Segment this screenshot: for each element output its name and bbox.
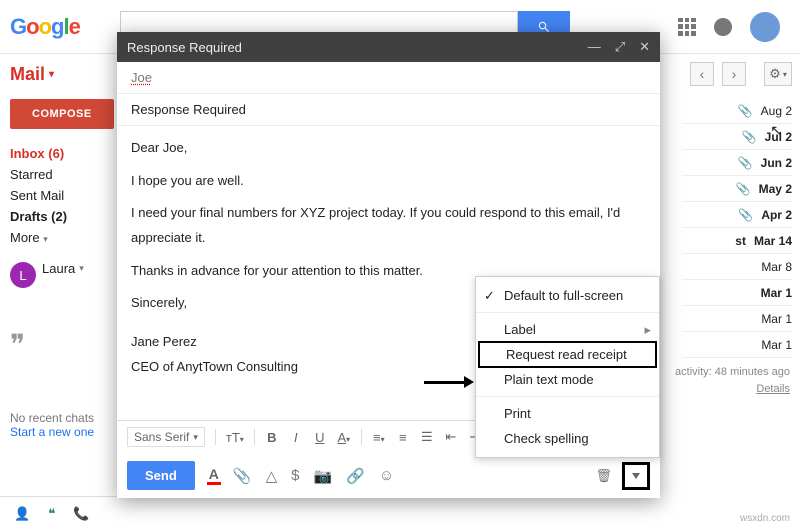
mail-row[interactable]: 📎Jun 2: [682, 150, 792, 176]
attachment-icon: 📎: [738, 104, 753, 118]
chevron-down-icon: [632, 473, 640, 479]
account-avatar[interactable]: [750, 12, 780, 42]
underline-button[interactable]: U: [313, 430, 327, 445]
bullet-list-button[interactable]: ☰: [420, 429, 434, 445]
notifications-icon[interactable]: [714, 18, 732, 36]
details-link[interactable]: Details: [756, 383, 790, 395]
font-select[interactable]: Sans Serif▾: [127, 427, 205, 447]
text-color-button[interactable]: A▾: [337, 430, 351, 445]
activity-info: activity: 48 minutes ago Details: [675, 364, 790, 397]
money-icon[interactable]: $: [291, 467, 299, 484]
user-avatar[interactable]: L: [10, 262, 36, 288]
google-logo[interactable]: Google: [10, 14, 80, 40]
mail-row[interactable]: stMar 14: [682, 228, 792, 254]
attach-icon[interactable]: 📎: [233, 467, 252, 485]
expand-icon[interactable]: ⤢: [615, 39, 625, 55]
bold-button[interactable]: B: [265, 430, 279, 445]
attachment-icon: 📎: [736, 182, 751, 196]
header-right: [678, 12, 790, 42]
compose-title: Response Required: [127, 40, 242, 55]
send-button[interactable]: Send: [127, 461, 195, 490]
watermark: wsxdn.com: [740, 513, 790, 524]
mail-row[interactable]: Mar 8: [682, 254, 792, 280]
discard-icon[interactable]: 🗑: [595, 468, 612, 484]
mail-row[interactable]: 📎May 2: [682, 176, 792, 202]
menu-request-read-receipt[interactable]: Request read receipt: [478, 341, 657, 368]
font-size-button[interactable]: тT▾: [226, 430, 244, 445]
to-field[interactable]: Joe: [117, 62, 660, 94]
attachment-icon: 📎: [738, 208, 753, 222]
body-line: I need your final numbers for XYZ projec…: [131, 201, 646, 250]
annotation-arrow: [424, 376, 474, 388]
formatting-toggle[interactable]: A: [207, 466, 221, 485]
menu-check-spelling[interactable]: Check spelling: [476, 426, 659, 451]
mail-row[interactable]: 📎Aug 2: [682, 98, 792, 124]
photo-icon[interactable]: 📷: [314, 467, 333, 485]
mail-row[interactable]: Mar 1: [682, 306, 792, 332]
close-icon[interactable]: ✕: [639, 39, 650, 55]
compose-button[interactable]: COMPOSE: [10, 99, 114, 129]
attachment-icon: 📎: [742, 130, 757, 144]
start-chat-link[interactable]: Start a new one: [10, 425, 94, 439]
more-options-menu: Default to full-screen Label Request rea…: [475, 276, 660, 458]
menu-plain-text[interactable]: Plain text mode: [476, 367, 659, 392]
emoji-icon[interactable]: ☺: [379, 467, 394, 484]
hangouts-icon[interactable]: ❝: [48, 506, 55, 522]
menu-label[interactable]: Label: [476, 317, 659, 342]
chevron-down-icon[interactable]: ▾: [79, 263, 84, 274]
mail-row[interactable]: 📎Jul 2: [682, 124, 792, 150]
contacts-icon[interactable]: 👤: [14, 506, 30, 522]
attachment-icon: 📎: [738, 156, 753, 170]
mail-row[interactable]: Mar 1: [682, 332, 792, 358]
settings-button[interactable]: ⚙▾: [764, 62, 792, 86]
subject-field[interactable]: Response Required: [117, 94, 660, 126]
compose-header[interactable]: Response Required — ⤢ ✕: [117, 32, 660, 62]
menu-print[interactable]: Print: [476, 401, 659, 426]
indent-less-button[interactable]: ⇤: [444, 429, 458, 445]
drive-icon[interactable]: △: [266, 467, 278, 485]
chevron-down-icon: ▾: [49, 69, 54, 80]
chevron-down-icon: ▾: [43, 234, 48, 244]
more-options-button[interactable]: [622, 462, 650, 490]
mail-row[interactable]: 📎Apr 2: [682, 202, 792, 228]
italic-button[interactable]: I: [289, 430, 303, 445]
mail-list: 📎Aug 2 📎Jul 2 📎Jun 2 📎May 2 📎Apr 2 stMar…: [682, 98, 792, 358]
numbered-list-button[interactable]: ≡: [396, 430, 410, 445]
menu-default-fullscreen[interactable]: Default to full-screen: [476, 283, 659, 308]
mail-row[interactable]: Mar 1: [682, 280, 792, 306]
user-name: Laura: [42, 261, 75, 276]
phone-icon[interactable]: 📞: [73, 506, 89, 522]
minimize-icon[interactable]: —: [588, 39, 601, 55]
pager-toolbar: ‹ › ⚙▾: [690, 62, 792, 86]
hangouts-bar: 👤 ❝ 📞: [0, 496, 160, 530]
send-toolbar: Send A 📎 △ $ 📷 🔗 ☺ 🗑: [117, 453, 660, 498]
align-button[interactable]: ≡▾: [372, 430, 386, 445]
compose-window: Response Required — ⤢ ✕ Joe Response Req…: [117, 32, 660, 498]
prev-page-button[interactable]: ‹: [690, 62, 714, 86]
next-page-button[interactable]: ›: [722, 62, 746, 86]
apps-icon[interactable]: [678, 18, 696, 36]
mail-label-text: Mail: [10, 64, 45, 85]
link-icon[interactable]: 🔗: [346, 467, 365, 485]
body-line: I hope you are well.: [131, 169, 646, 194]
body-line: Dear Joe,: [131, 136, 646, 161]
